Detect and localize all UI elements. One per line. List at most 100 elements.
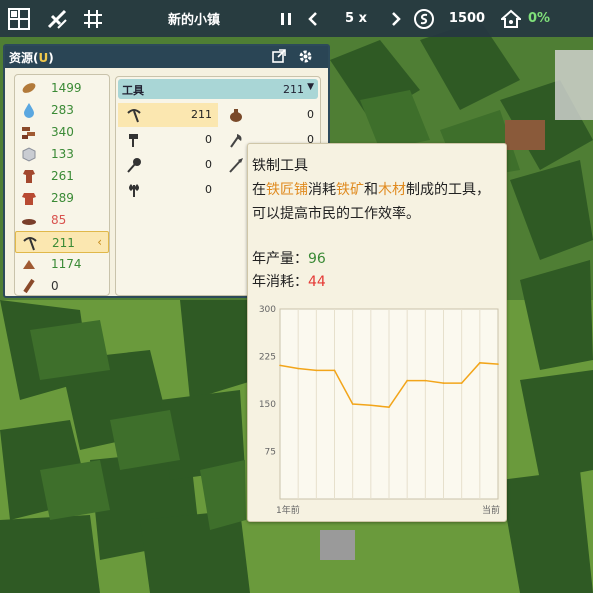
tools-category-label: 工具 [122, 84, 144, 97]
resource-value: 289 [51, 191, 74, 205]
speed-up-button[interactable] [389, 0, 403, 37]
tool-pot[interactable]: 0 [220, 103, 320, 127]
y-tick-label: 75 [265, 448, 276, 458]
shirt-icon [21, 190, 37, 206]
tool-value: 211 [191, 108, 212, 121]
tooltip-title: 铁制工具 [252, 158, 308, 174]
chevron-left-icon: ‹ [97, 235, 102, 249]
money-value: 1500 [448, 11, 486, 26]
data-point [279, 364, 281, 367]
desc-text: 消耗 [308, 182, 336, 198]
resource-panel-title: 资源(U) [9, 49, 54, 66]
x-tick-label: 1年前 [276, 504, 300, 516]
tool-value: 0 [205, 183, 212, 196]
water-drop-icon [21, 102, 37, 118]
title-suffix: ) [48, 51, 54, 65]
data-point [315, 369, 318, 372]
happiness-icon-wrap [500, 0, 522, 37]
resource-row-bricks[interactable]: 340 [15, 121, 109, 143]
y-tick-label: 300 [259, 305, 276, 315]
y-tick-label: 150 [259, 400, 276, 410]
build-menu-button[interactable] [6, 0, 32, 37]
consumption-label: 年消耗： [252, 274, 308, 290]
desc-text: 和 [364, 182, 378, 198]
bricks-icon [21, 124, 37, 140]
resource-value: 211 [52, 236, 75, 250]
data-point [351, 403, 354, 405]
mace-icon [126, 157, 142, 173]
resource-row-stone[interactable]: 133 [15, 143, 109, 165]
resource-tooltip: 铁制工具 在铁匠铺消耗铁矿和木材制成的工具，可以提高市民的工作效率。 年产量：9… [247, 143, 507, 522]
chevron-left-icon [308, 11, 318, 26]
resource-row-wood[interactable]: 1499 [15, 77, 109, 99]
top-bar: 新的小镇 5 x 1500 0% [0, 0, 593, 37]
tool-value: 0 [205, 133, 212, 146]
resource-row-meat[interactable]: 85 [15, 209, 109, 231]
tool-hammer[interactable]: 0 [118, 128, 218, 152]
resource-row-lumber[interactable]: 0 [15, 275, 109, 297]
resource-row-water[interactable]: 283 [15, 99, 109, 121]
chevron-down-icon: ▼ [307, 82, 314, 92]
production-label: 年产量： [252, 251, 308, 267]
coin-icon [414, 8, 434, 29]
title-prefix: 资源( [9, 51, 39, 65]
resource-value: 0 [51, 279, 59, 293]
happiness-value: 0% [527, 11, 551, 26]
resource-row-clothing[interactable]: 261 [15, 165, 109, 187]
lumber-icon [21, 278, 37, 294]
resource-row-shirt[interactable]: 289 [15, 187, 109, 209]
demolish-button[interactable] [44, 0, 70, 37]
desc-input-highlight: 木材 [378, 182, 406, 198]
data-point [333, 369, 336, 372]
resource-list: 1499 283 340 133 261 289 85 211 ‹ 1174 0 [14, 74, 110, 296]
resource-row-tools[interactable]: 211 ‹ [15, 231, 109, 253]
resource-value: 340 [51, 125, 74, 139]
popout-icon [272, 49, 286, 63]
tool-battle-axe[interactable]: 0 [118, 178, 218, 202]
x-tick-label: 当前 [482, 504, 500, 516]
data-point [406, 379, 408, 382]
game-speed-value: 5 x [345, 11, 367, 26]
clothing-icon [21, 168, 37, 184]
money-icon-wrap [413, 0, 435, 37]
data-point [479, 362, 481, 364]
data-point [370, 404, 372, 407]
desc-building-highlight: 铁匠铺 [266, 182, 308, 198]
battle-axe-icon [126, 182, 142, 198]
resource-value: 1499 [51, 81, 82, 95]
tool-value: 0 [205, 158, 212, 171]
tool-iron-tools[interactable]: 211 [118, 103, 218, 127]
meat-icon [21, 212, 37, 228]
pickaxe-icon [126, 107, 142, 123]
grid-icon [83, 9, 103, 29]
pause-button[interactable] [278, 0, 294, 37]
stone-block-icon [21, 146, 37, 162]
resource-value: 1174 [51, 257, 82, 271]
build-grid-icon [8, 7, 30, 30]
firewood-icon [21, 256, 37, 272]
data-point [442, 382, 445, 384]
data-point [424, 379, 427, 382]
resource-value: 283 [51, 103, 74, 117]
tools-category-count: 211 [283, 83, 304, 96]
tools-category-dropdown[interactable]: 工具 211 ▼ [118, 79, 318, 99]
gear-icon [298, 49, 313, 64]
desc-input-highlight: 铁矿 [336, 182, 364, 198]
resource-panel-header: 资源(U) [5, 46, 328, 68]
resource-row-firewood[interactable]: 1174 [15, 253, 109, 275]
resource-value: 261 [51, 169, 74, 183]
tools-icon [46, 8, 68, 30]
consumption-line: 年消耗：44 [252, 271, 326, 291]
popout-button[interactable] [272, 49, 286, 66]
wood-log-icon [21, 80, 37, 96]
settings-button[interactable] [298, 49, 313, 67]
tool-value: 0 [307, 108, 314, 121]
data-point [388, 406, 390, 408]
grid-toggle-button[interactable] [80, 0, 106, 37]
spear-icon [228, 157, 244, 173]
town-name[interactable]: 新的小镇 [150, 0, 238, 37]
tool-mace[interactable]: 0 [118, 153, 218, 177]
production-line: 年产量：96 [252, 248, 326, 268]
speed-down-button[interactable] [306, 0, 320, 37]
pot-icon [228, 107, 244, 123]
